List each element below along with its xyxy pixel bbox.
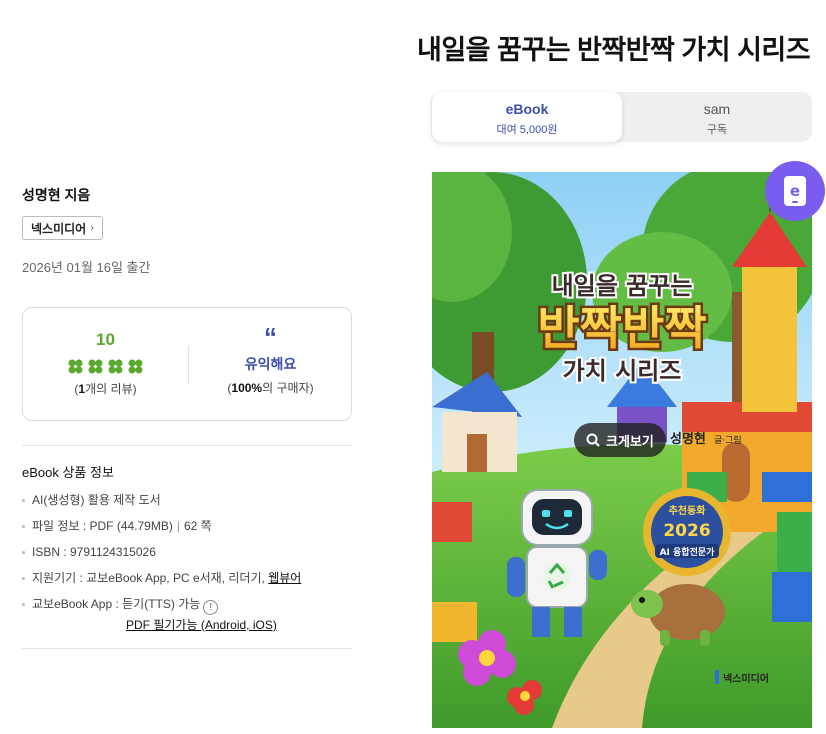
search-icon (586, 433, 600, 447)
web-viewer-link[interactable]: 웹뷰어 (268, 571, 301, 585)
helpful-percent: (100%의 구매자) (227, 381, 314, 395)
list-item: 지원기기 : 교보eBook App, PC e서재, 리더기, 웹뷰어 (22, 570, 301, 596)
tab-sam[interactable]: sam 구독 (622, 92, 812, 142)
seal-top: 추천동화 (669, 504, 707, 517)
seal-bottom: AI 융합전문가 (660, 546, 716, 558)
clover-icon (108, 359, 123, 374)
review-count: (1개의 리뷰) (74, 382, 137, 396)
author-name[interactable]: 성명현 지음 (22, 185, 90, 205)
page-count: 62 쪽 (183, 519, 212, 533)
rating-section[interactable]: 10 (1개의 리뷰) (23, 308, 188, 397)
publisher-label: 넥스미디어 (31, 221, 87, 236)
clover-rating (23, 358, 188, 375)
tab-sam-label: sam (703, 101, 731, 117)
list-item: ISBN : 9791124315026 (22, 544, 301, 570)
seal-year: 2026 (663, 521, 710, 541)
ebook-info-title: eBook 상품 정보 (22, 465, 114, 480)
ebook-device-icon: e (784, 176, 806, 206)
review-summary-card: 10 (1개의 리뷰) “ 유익해요 (100%의 구매자) (22, 307, 352, 421)
tab-ebook-price: 대여 5,000원 (496, 124, 558, 136)
clover-icon (68, 359, 83, 374)
cover-title-line3: 가치 시리즈 (563, 357, 682, 385)
list-item: AI(생성형) 활용 제작 도서 (22, 492, 301, 518)
file-info: 파일 정보 : PDF (44.79MB) (32, 519, 173, 533)
chevron-right-icon: › (90, 222, 94, 234)
format-tabs: eBook 대여 5,000원 sam 구독 (431, 92, 812, 142)
cover-publisher-logo: 넥스미디어 (723, 672, 769, 685)
publish-date: 2026년 01월 16일 출간 (22, 260, 151, 275)
tab-ebook-label: eBook (505, 101, 549, 117)
helpful-section[interactable]: “ 유익해요 (100%의 구매자) (188, 308, 353, 396)
ai-note: AI(생성형) 활용 제작 도서 (32, 493, 161, 507)
divider (22, 445, 352, 446)
award-seal: 추천동화 2026 AI 융합전문가 (643, 488, 731, 576)
page-title: 내일을 꿈꾸는 반짝반짝 가치 시리즈 (417, 35, 811, 65)
quote-icon: “ (264, 322, 277, 352)
zoom-button[interactable]: 크게보기 (574, 423, 666, 457)
clover-icon (128, 359, 143, 374)
ebook-badge-letter: e (790, 182, 800, 200)
helpful-label: 유익해요 (244, 356, 297, 372)
ebook-badge[interactable]: e (765, 161, 825, 221)
cover-author: 성명현 (670, 431, 706, 447)
rating-score: 10 (96, 330, 115, 349)
tab-ebook[interactable]: eBook 대여 5,000원 (432, 92, 622, 142)
list-item: 파일 정보 : PDF (44.79MB) | 62 쪽 (22, 518, 301, 544)
divider (22, 648, 352, 649)
cover-author-role: 글·그림 (714, 434, 742, 446)
ebook-info-list: AI(생성형) 활용 제작 도서 파일 정보 : PDF (44.79MB) | 6… (22, 492, 301, 622)
publisher-button[interactable]: 넥스미디어 › (22, 216, 103, 240)
clover-icon (88, 359, 103, 374)
cover-title-line1: 내일을 꿈꾸는 (552, 272, 693, 300)
zoom-label: 크게보기 (606, 433, 654, 449)
cover-title-line2: 반짝반짝 (537, 301, 706, 355)
tts-info: 교보eBook App : 듣기(TTS) 가능 (32, 597, 201, 611)
supported-devices: 지원기기 : 교보eBook App, PC e서재, 리더기, (32, 571, 269, 585)
isbn: ISBN : 9791124315026 (32, 545, 156, 559)
info-icon[interactable]: ! (203, 600, 219, 615)
separator: | (176, 519, 180, 533)
pdf-note-link[interactable]: PDF 필기가능 (Android, iOS) (126, 616, 277, 633)
tab-sam-sub: 구독 (706, 124, 728, 136)
